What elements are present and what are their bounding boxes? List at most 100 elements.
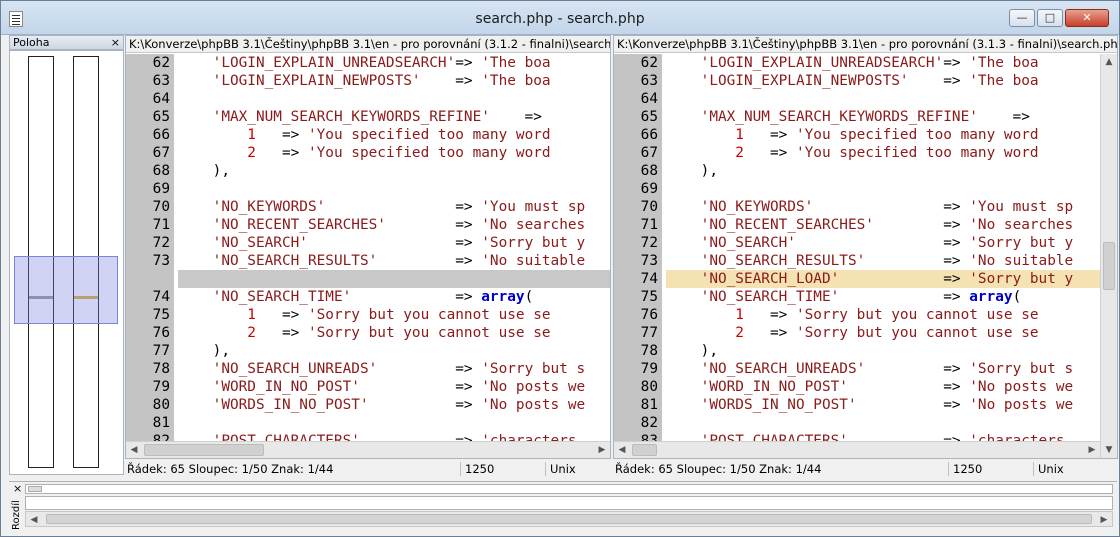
left-horizontal-scrollbar[interactable]: ◀ ▶: [126, 441, 610, 458]
code-line[interactable]: 62 'LOGIN_EXPLAIN_UNREADSEARCH'=> 'The b…: [614, 54, 1100, 72]
code-line[interactable]: 72 'NO_SEARCH' => 'Sorry but y: [126, 234, 610, 252]
scroll-right-icon[interactable]: ▶: [1084, 442, 1100, 458]
left-code-area[interactable]: 62 'LOGIN_EXPLAIN_UNREADSEARCH'=> 'The b…: [126, 54, 610, 443]
code-line[interactable]: 69: [614, 180, 1100, 198]
code-line[interactable]: 77 2 => 'Sorry but you cannot use se: [614, 324, 1100, 342]
code-line[interactable]: 71 'NO_RECENT_SEARCHES' => 'No searches: [126, 216, 610, 234]
position-map[interactable]: [9, 50, 124, 475]
code-token: =>: [255, 325, 308, 341]
code-line[interactable]: 73 'NO_SEARCH_RESULTS' => 'No suitable: [126, 252, 610, 270]
right-vscroll-thumb[interactable]: [1103, 242, 1115, 290]
left-hscroll-thumb[interactable]: [144, 444, 264, 456]
minimize-icon[interactable]: —: [1009, 9, 1035, 27]
code-line[interactable]: 63 'LOGIN_EXPLAIN_NEWPOSTS' => 'The boa: [126, 72, 610, 90]
code-line[interactable]: 74 'NO_SEARCH_LOAD' => 'Sorry but y: [614, 270, 1100, 288]
line-text: 1 => 'You specified too many word: [178, 126, 610, 144]
code-line[interactable]: 71 'NO_RECENT_SEARCHES' => 'No searches: [614, 216, 1100, 234]
code-line[interactable]: 68 ),: [126, 162, 610, 180]
diff-line-handle[interactable]: [28, 486, 42, 492]
code-line[interactable]: 80 'WORD_IN_NO_POST' => 'No posts we: [614, 378, 1100, 396]
scroll-up-icon[interactable]: ▲: [1101, 54, 1117, 70]
scroll-left-icon[interactable]: ◀: [126, 442, 142, 458]
line-text: [666, 180, 1100, 198]
title-bar[interactable]: search.php - search.php — □ ✕: [1, 1, 1119, 35]
line-text: 1 => 'Sorry but you cannot use se: [178, 306, 610, 324]
code-line[interactable]: 65 'MAX_NUM_SEARCH_KEYWORDS_REFINE' =>: [126, 108, 610, 126]
code-line[interactable]: 79 'WORD_IN_NO_POST' => 'No posts we: [126, 378, 610, 396]
code-line[interactable]: 65 'MAX_NUM_SEARCH_KEYWORDS_REFINE' =>: [614, 108, 1100, 126]
code-line[interactable]: 67 2 => 'You specified too many word: [126, 144, 610, 162]
code-line[interactable]: 67 2 => 'You specified too many word: [614, 144, 1100, 162]
code-line[interactable]: 73 'NO_SEARCH_RESULTS' => 'No suitable: [614, 252, 1100, 270]
right-hscroll-thumb[interactable]: [632, 444, 657, 456]
code-line[interactable]: 74 'NO_SEARCH_TIME' => array(: [126, 288, 610, 306]
code-line[interactable]: 69: [126, 180, 610, 198]
position-panel-close-icon[interactable]: ×: [111, 36, 120, 49]
code-token: 'No suitable: [969, 253, 1074, 269]
right-code-area[interactable]: 62 'LOGIN_EXPLAIN_UNREADSEARCH'=> 'The b…: [614, 54, 1100, 443]
line-number: 71: [152, 217, 170, 233]
code-line[interactable]: 80 'WORDS_IN_NO_POST' => 'No posts we: [126, 396, 610, 414]
code-line[interactable]: 75 1 => 'Sorry but you cannot use se: [126, 306, 610, 324]
line-number: 69: [152, 181, 170, 197]
code-token: 'NO_SEARCH_RESULTS': [178, 253, 378, 269]
scroll-left-icon[interactable]: ◀: [26, 512, 42, 528]
code-token: 'LOGIN_EXPLAIN_UNREADSEARCH': [666, 55, 944, 71]
code-token: (: [524, 289, 534, 305]
code-line[interactable]: 66 1 => 'You specified too many word: [614, 126, 1100, 144]
left-status-bar: Řádek: 65 Sloupec: 1/50 Znak: 1/44 1250 …: [125, 460, 611, 478]
code-line[interactable]: 64: [126, 90, 610, 108]
code-token: 'The boa: [969, 55, 1039, 71]
line-text: 'NO_KEYWORDS' => 'You must sp: [178, 198, 610, 216]
diff-panel-close-icon[interactable]: ×: [13, 482, 22, 495]
code-line[interactable]: 72 'NO_SEARCH' => 'Sorry but y: [614, 234, 1100, 252]
code-line[interactable]: 63 'LOGIN_EXPLAIN_NEWPOSTS' => 'The boa: [614, 72, 1100, 90]
code-token: 'No searches: [969, 217, 1074, 233]
line-text: 'NO_SEARCH_RESULTS' => 'No suitable: [666, 252, 1100, 270]
right-vertical-scrollbar[interactable]: ▲ ▼: [1100, 54, 1117, 458]
line-number: 66: [640, 127, 658, 143]
code-token: =>: [743, 325, 796, 341]
code-line[interactable]: 79 'NO_SEARCH_UNREADS' => 'Sorry but s: [614, 360, 1100, 378]
code-line[interactable]: 82: [614, 414, 1100, 432]
code-line[interactable]: 81: [126, 414, 610, 432]
code-line[interactable]: 78 ),: [614, 342, 1100, 360]
maximize-icon[interactable]: □: [1037, 9, 1063, 27]
line-number: 67: [640, 145, 658, 161]
code-token: =>: [307, 235, 482, 251]
code-line[interactable]: 66 1 => 'You specified too many word: [126, 126, 610, 144]
code-line[interactable]: 76 1 => 'Sorry but you cannot use se: [614, 306, 1100, 324]
line-number: 77: [152, 343, 170, 359]
code-line[interactable]: 62 'LOGIN_EXPLAIN_UNREADSEARCH'=> 'The b…: [126, 54, 610, 72]
scroll-left-icon[interactable]: ◀: [614, 442, 630, 458]
code-token: 'No posts we: [481, 397, 586, 413]
code-line[interactable]: 75 'NO_SEARCH_TIME' => array(: [614, 288, 1100, 306]
diff-horizontal-scrollbar[interactable]: ◀ ▶: [25, 511, 1113, 527]
close-icon[interactable]: ✕: [1065, 9, 1109, 27]
code-line[interactable]: 76 2 => 'Sorry but you cannot use se: [126, 324, 610, 342]
line-text: 'NO_RECENT_SEARCHES' => 'No searches: [178, 216, 610, 234]
position-panel-title: Poloha: [13, 36, 50, 49]
code-line[interactable]: 70 'NO_KEYWORDS' => 'You must sp: [614, 198, 1100, 216]
scroll-right-icon[interactable]: ▶: [594, 442, 610, 458]
code-line[interactable]: 77 ),: [126, 342, 610, 360]
line-text: [666, 414, 1100, 432]
code-line[interactable]: 70 'NO_KEYWORDS' => 'You must sp: [126, 198, 610, 216]
code-token: 2: [666, 325, 744, 341]
code-line[interactable]: 68 ),: [614, 162, 1100, 180]
code-line[interactable]: [126, 270, 610, 288]
viewport-indicator[interactable]: [14, 256, 118, 324]
left-codepage: 1250: [465, 462, 495, 476]
code-line[interactable]: 81 'WORDS_IN_NO_POST' => 'No posts we: [614, 396, 1100, 414]
right-horizontal-scrollbar[interactable]: ◀ ▶: [614, 441, 1100, 458]
code-line[interactable]: 64: [614, 90, 1100, 108]
status-divider: [1033, 462, 1034, 476]
line-text: 2 => 'Sorry but you cannot use se: [666, 324, 1100, 342]
code-line[interactable]: 78 'NO_SEARCH_UNREADS' => 'Sorry but s: [126, 360, 610, 378]
scroll-down-icon[interactable]: ▼: [1101, 442, 1117, 458]
scroll-right-icon[interactable]: ▶: [1096, 512, 1112, 528]
diff-hscroll-thumb[interactable]: [46, 514, 1092, 524]
line-text: ),: [178, 342, 610, 360]
diff-line-right[interactable]: [25, 496, 1113, 510]
diff-line-left[interactable]: [25, 484, 1113, 494]
